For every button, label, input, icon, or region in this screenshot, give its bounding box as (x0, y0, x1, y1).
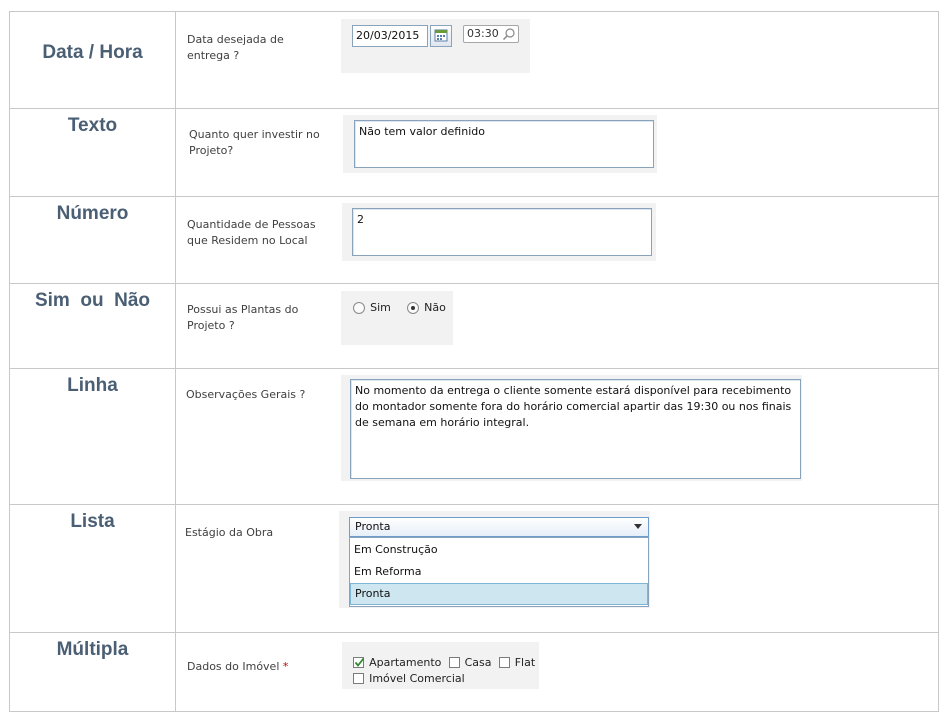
yesno-panel: Sim Não (341, 291, 453, 345)
checkbox-imovel-comercial[interactable] (353, 673, 364, 684)
field-label-investment: Quanto quer investir no Projeto? (189, 128, 320, 157)
checkbox-row-2: Imóvel Comercial (353, 668, 465, 687)
required-marker: * (282, 660, 289, 673)
checkbox-casa[interactable] (448, 657, 460, 668)
stage-option[interactable]: Em Construção (350, 539, 648, 561)
category-number: Número (10, 197, 176, 283)
row-number: Número Quantidade de Pessoas que Residem… (10, 197, 938, 284)
datetime-panel: 20/03/2015 03:30 (341, 19, 530, 73)
category-line: Linha (10, 369, 176, 504)
row-line: Linha Observações Gerais ? No momento da… (10, 369, 938, 505)
radio-nao[interactable] (407, 301, 420, 314)
stage-selected-value: Pronta (355, 520, 391, 533)
radio-nao-label: Não (424, 301, 446, 314)
residents-input[interactable]: 2 (352, 208, 652, 256)
radio-sim-label: Sim (370, 301, 391, 314)
field-label-plans: Possui as Plantas do Projeto ? (187, 303, 299, 332)
checkmark-icon (354, 657, 365, 667)
chevron-down-icon (634, 524, 642, 529)
number-panel: 2 (342, 203, 656, 261)
checkbox-flat-label: Flat (514, 656, 536, 669)
field-label-property: Dados do Imóvel * (187, 659, 288, 675)
text-panel: Não tem valor definido (343, 115, 657, 173)
stage-option-selected[interactable]: Pronta (350, 583, 648, 605)
calendar-button[interactable] (430, 25, 452, 47)
checkbox-casa-label: Casa (464, 656, 492, 669)
checkbox-flat[interactable] (498, 657, 510, 668)
list-panel: Pronta Em Construção Em Reforma Pronta (339, 511, 650, 608)
calendar-icon (434, 29, 448, 42)
category-text: Texto (10, 109, 176, 196)
field-label-delivery-date: Data desejada de entrega ? (187, 33, 284, 62)
stage-option[interactable]: Em Reforma (350, 561, 648, 583)
row-list: Lista Estágio da Obra Pronta Em Construç… (10, 505, 938, 633)
field-label-observations: Observações Gerais ? (186, 388, 306, 401)
radio-sim[interactable] (353, 301, 365, 314)
search-icon[interactable] (502, 27, 516, 41)
field-label-residents: Quantidade de Pessoas que Residem no Loc… (187, 218, 316, 247)
stage-dropdown-list: Em Construção Em Reforma Pronta (349, 537, 649, 607)
multiple-panel: Apartamento Casa Flat Imóvel Comercial (342, 642, 539, 689)
time-input[interactable]: 03:30 (463, 25, 519, 43)
line-panel: No momento da entrega o cliente somente … (341, 375, 802, 481)
checkbox-apartamento[interactable] (353, 657, 365, 668)
investment-input[interactable]: Não tem valor definido (354, 120, 654, 168)
row-multiple: Múltipla Dados do Imóvel * Apartamento C… (10, 633, 938, 711)
row-text: Texto Quanto quer investir no Projeto? N… (10, 109, 938, 197)
stage-select[interactable]: Pronta (349, 517, 649, 537)
checkbox-imovel-comercial-label: Imóvel Comercial (369, 672, 465, 685)
form-table: Data / Hora Data desejada de entrega ? 2… (9, 11, 939, 712)
date-input[interactable]: 20/03/2015 (352, 25, 428, 47)
category-multiple: Múltipla (10, 633, 176, 711)
row-yesno: Sim ou Não Possui as Plantas do Projeto … (10, 284, 938, 369)
observations-textarea[interactable]: No momento da entrega o cliente somente … (350, 379, 801, 479)
row-datetime: Data / Hora Data desejada de entrega ? 2… (10, 12, 938, 109)
category-list: Lista (10, 505, 176, 632)
time-value: 03:30 (467, 27, 499, 40)
field-label-property-text: Dados do Imóvel (187, 660, 280, 673)
category-yesno: Sim ou Não (10, 284, 176, 368)
field-label-stage: Estágio da Obra (185, 526, 274, 539)
radio-group: Sim Não (353, 297, 446, 316)
category-datetime: Data / Hora (10, 12, 176, 108)
